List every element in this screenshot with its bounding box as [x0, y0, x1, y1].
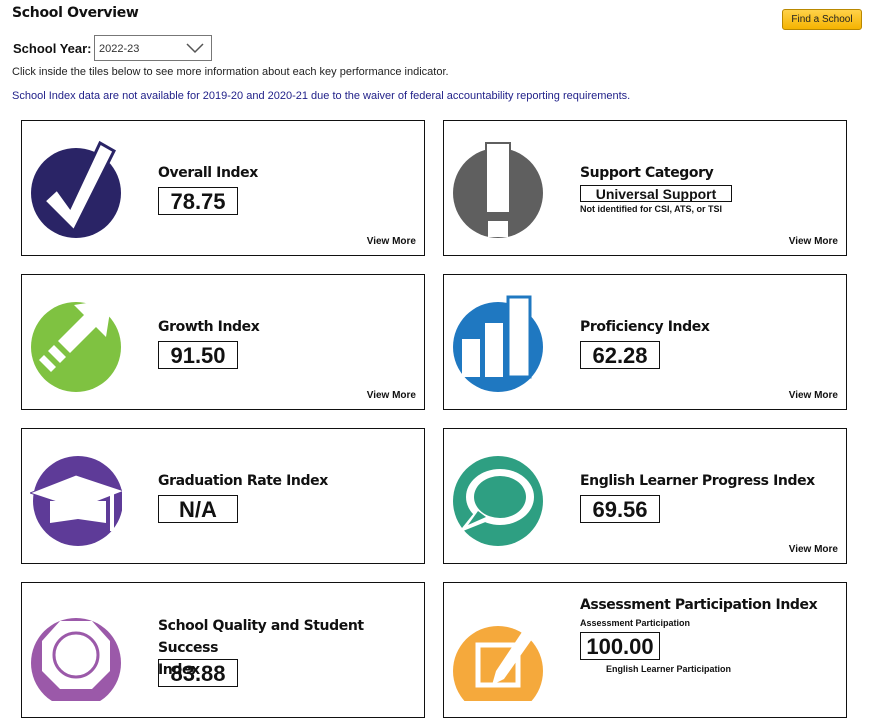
tile-title: Growth Index [158, 319, 260, 335]
tile-title: English Learner Progress Index [580, 473, 815, 489]
tile-value: 78.75 [158, 187, 238, 215]
tile-support-category[interactable]: Support Category Universal Support Not i… [443, 120, 847, 256]
tile-value: 91.50 [158, 341, 238, 369]
assessment-participation-label: Assessment Participation [580, 618, 691, 628]
tile-value: 83.88 [158, 659, 238, 687]
page-title: School Overview [12, 5, 139, 21]
award-ribbon-icon [31, 618, 121, 701]
view-more-link[interactable]: View More [367, 390, 416, 401]
tile-value: Universal Support [580, 185, 732, 202]
support-note: Not identified for CSI, ATS, or TSI [580, 204, 722, 214]
tile-assessment-participation-index[interactable]: Assessment Participation Index Assessmen… [443, 582, 847, 718]
exclamation-icon [453, 142, 543, 238]
instructions-text: Click inside the tiles below to see more… [12, 66, 449, 78]
tile-title-line1: School Quality and Student Success [158, 618, 364, 656]
find-school-button[interactable]: Find a School [782, 9, 862, 30]
checkmark-icon [31, 140, 121, 238]
growth-arrow-icon [31, 299, 121, 392]
tile-overall-index[interactable]: Overall Index 78.75 View More [21, 120, 425, 256]
tile-value: 62.28 [580, 341, 660, 369]
chevron-down-icon [186, 43, 204, 54]
el-participation-label: English Learner Participation [606, 664, 732, 674]
pencil-checkbox-icon [453, 617, 543, 701]
tile-value: 69.56 [580, 495, 660, 523]
tile-title: Support Category [580, 165, 714, 181]
tile-title: Proficiency Index [580, 319, 710, 335]
speech-bubble-icon [453, 456, 543, 546]
data-notice: School Index data are not available for … [12, 90, 631, 102]
school-year-value: 2022-23 [99, 43, 140, 55]
tile-graduation-rate-index[interactable]: Graduation Rate Index N/A [21, 428, 425, 564]
tile-value: N/A [158, 495, 238, 523]
tile-english-learner-progress-index[interactable]: English Learner Progress Index 69.56 Vie… [443, 428, 847, 564]
tile-title: Graduation Rate Index [158, 473, 328, 489]
tile-school-quality-index[interactable]: School Quality and Student Success Index… [21, 582, 425, 718]
view-more-link[interactable]: View More [367, 236, 416, 247]
view-more-link[interactable]: View More [789, 390, 838, 401]
tile-title: Overall Index [158, 165, 258, 181]
view-more-link[interactable]: View More [789, 544, 838, 555]
graduation-cap-icon [30, 456, 122, 546]
bar-chart-icon [453, 295, 543, 392]
tile-growth-index[interactable]: Growth Index 91.50 View More [21, 274, 425, 410]
tile-proficiency-index[interactable]: Proficiency Index 62.28 View More [443, 274, 847, 410]
view-more-link[interactable]: View More [789, 236, 838, 247]
tile-title: Assessment Participation Index [580, 597, 818, 613]
school-year-label: School Year: [13, 41, 92, 56]
tile-value: 100.00 [580, 632, 660, 660]
school-year-select[interactable]: 2022-23 [94, 35, 212, 61]
